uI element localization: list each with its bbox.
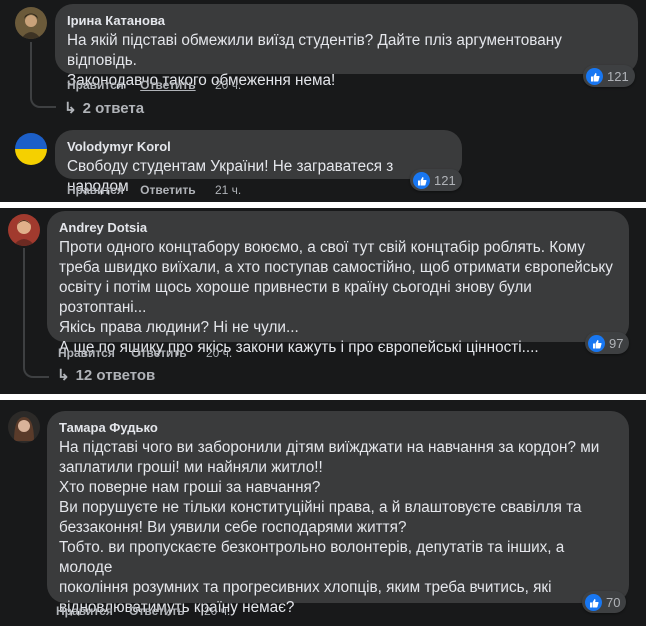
comment-bubble: Andrey Dotsia Проти одного концтабору во… — [47, 211, 629, 356]
thread-connector — [23, 248, 49, 378]
like-button[interactable]: Нравится — [67, 78, 124, 92]
comment-bubble: Ірина Катанова На якій підставі обмежили… — [55, 4, 638, 89]
reply-arrow-icon: ↳ — [57, 367, 70, 384]
reply-button[interactable]: Ответить — [131, 346, 186, 360]
reactions-badge[interactable]: 70 — [582, 591, 627, 613]
reply-button[interactable]: Ответить — [129, 604, 184, 618]
comments-section-3: Тамара Фудько На підставі чого ви заборо… — [0, 400, 646, 626]
reply-arrow-icon: ↳ — [64, 100, 77, 117]
comment-actions: Нравится Ответить 20 ч. — [58, 345, 245, 361]
reactions-count: 97 — [609, 336, 624, 351]
comments-section-2: Andrey Dotsia Проти одного концтабору во… — [0, 208, 646, 394]
reply-button[interactable]: Ответить — [140, 78, 195, 92]
comment-actions: Нравится Ответить 20 ч. — [56, 603, 243, 619]
thumbs-up-icon — [586, 68, 603, 85]
comment-author[interactable]: Andrey Dotsia — [59, 219, 617, 236]
reactions-badge[interactable]: 97 — [585, 332, 630, 354]
view-replies-button[interactable]: ↳ 2 ответа — [64, 99, 144, 119]
comment-timestamp[interactable]: 20 ч. — [204, 604, 230, 618]
thread-connector — [30, 42, 56, 108]
avatar[interactable] — [8, 214, 40, 246]
comment-timestamp[interactable]: 20 ч. — [206, 346, 232, 360]
comment-actions: Нравится Ответить 20 ч. — [67, 77, 254, 93]
reactions-badge[interactable]: 121 — [583, 65, 635, 87]
reply-button[interactable]: Ответить — [140, 183, 195, 197]
thumbs-up-icon — [588, 335, 605, 352]
replies-count: 12 ответов — [75, 367, 156, 384]
comment-text: Проти одного концтабору воюємо, а свої т… — [59, 239, 613, 356]
reactions-count: 70 — [606, 595, 621, 610]
replies-count: 2 ответа — [82, 100, 145, 117]
thumbs-up-icon — [413, 172, 430, 189]
comment-author[interactable]: Тамара Фудько — [59, 419, 617, 436]
like-button[interactable]: Нравится — [67, 183, 124, 197]
reactions-count: 121 — [434, 173, 456, 188]
avatar[interactable] — [15, 133, 47, 165]
comment-timestamp[interactable]: 20 ч. — [215, 78, 241, 92]
comment-bubble: Volodymyr Korol Свободу студентам Україн… — [55, 130, 462, 195]
avatar[interactable] — [15, 7, 47, 39]
like-button[interactable]: Нравится — [58, 346, 115, 360]
comment-author[interactable]: Ірина Катанова — [67, 12, 626, 29]
comment-author[interactable]: Volodymyr Korol — [67, 138, 450, 155]
comment-text: На підставі чого ви заборонили дітям виї… — [59, 439, 600, 616]
like-button[interactable]: Нравится — [56, 604, 113, 618]
avatar[interactable] — [8, 411, 40, 443]
reactions-count: 121 — [607, 69, 629, 84]
comment-timestamp[interactable]: 21 ч. — [215, 183, 241, 197]
reactions-badge[interactable]: 121 — [410, 169, 462, 191]
view-replies-button[interactable]: ↳ 12 ответов — [57, 366, 155, 386]
comment-actions: Нравится Ответить 21 ч. — [67, 182, 254, 198]
thumbs-up-icon — [585, 594, 602, 611]
comment-bubble: Тамара Фудько На підставі чого ви заборо… — [47, 411, 629, 616]
comments-section-1: Ірина Катанова На якій підставі обмежили… — [0, 0, 646, 202]
